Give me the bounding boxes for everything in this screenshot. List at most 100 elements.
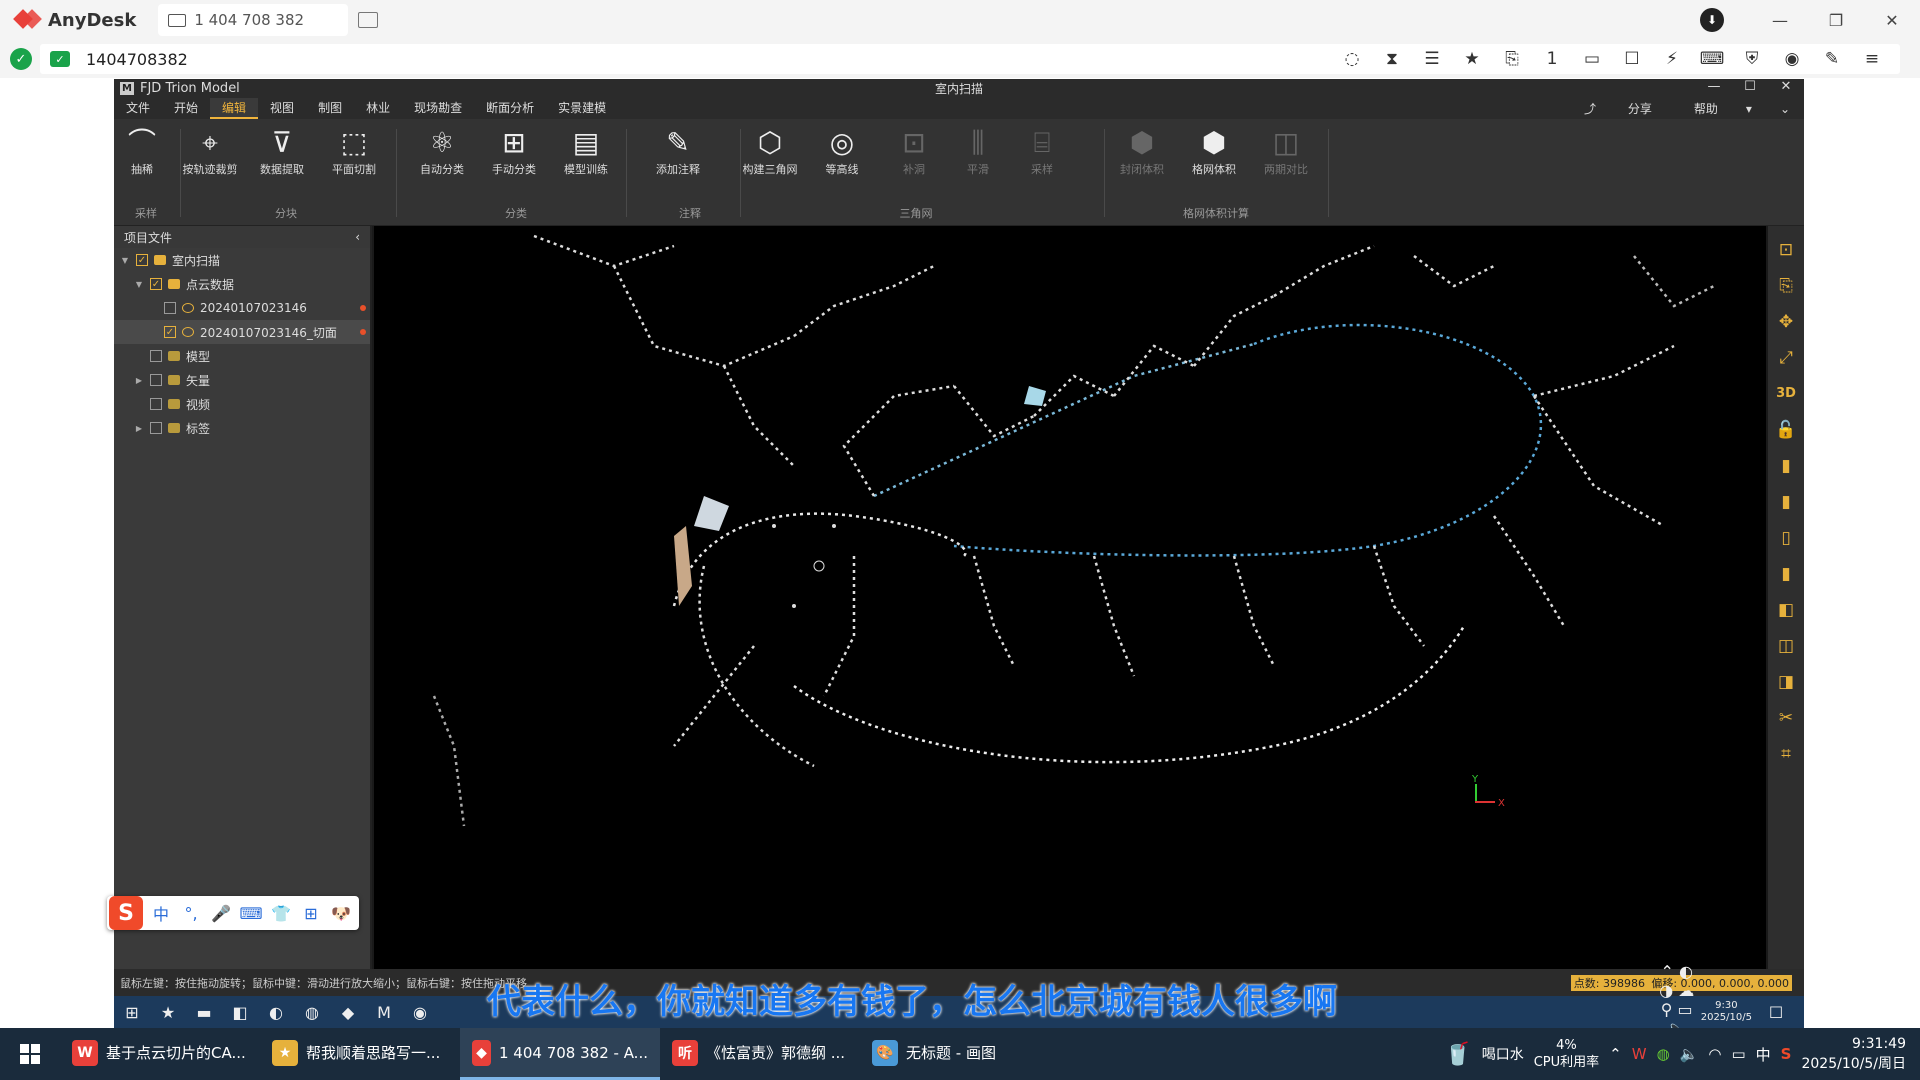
expand-icon[interactable]: ▶	[134, 424, 144, 433]
record-icon[interactable]: ◉	[1772, 46, 1812, 72]
share-button[interactable]: ⤴ 分享	[1556, 100, 1680, 117]
cpu-meter[interactable]: 4% CPU利用率	[1534, 1037, 1599, 1071]
tree-checkbox[interactable]	[150, 350, 162, 362]
remote-browser-icon[interactable]: ◐	[258, 1003, 294, 1022]
file-transfer-icon[interactable]: ⎘	[1492, 46, 1532, 72]
tree-item-7[interactable]: ▶ 标签	[114, 416, 370, 440]
remote-anydesk-icon[interactable]: ◆	[330, 1003, 366, 1022]
sogou-logo-icon[interactable]: S	[109, 896, 143, 930]
view-tool-11-icon[interactable]: ◫	[1778, 628, 1794, 664]
expand-icon[interactable]: ▼	[120, 256, 130, 265]
ribbon-button-11[interactable]: ⫼ 平滑	[946, 125, 1010, 177]
database-icon[interactable]: ☰	[1412, 46, 1452, 72]
pen-icon[interactable]: ✎	[1812, 46, 1852, 72]
app-maximize-button[interactable]: ☐	[1732, 79, 1768, 94]
expand-icon[interactable]: ▶	[134, 376, 144, 385]
view-tool-10-icon[interactable]: ◧	[1778, 592, 1794, 628]
hourglass-icon[interactable]: ⧗	[1372, 46, 1412, 72]
ribbon-button-3[interactable]: ⬚ 平面切割	[322, 125, 386, 177]
collapse-ribbon-icon[interactable]: ⌄	[1766, 102, 1804, 116]
remote-star-icon[interactable]: ★	[150, 1003, 186, 1022]
menu-item-8[interactable]: 实景建模	[546, 98, 618, 119]
point-cloud-viewport[interactable]: Y X	[374, 226, 1766, 969]
app-close-button[interactable]: ✕	[1768, 79, 1804, 94]
view-tool-2-icon[interactable]: ✥	[1779, 304, 1793, 340]
shield-icon[interactable]: ⛨	[1732, 46, 1772, 72]
remote-fjd-icon[interactable]: M	[366, 1003, 402, 1022]
drink-reminder[interactable]: 喝口水	[1482, 1044, 1524, 1064]
ime-mode-indicator[interactable]: 中	[1756, 1044, 1771, 1065]
view-tool-1-icon[interactable]: ⎘	[1779, 268, 1793, 304]
session-tab[interactable]: 1 404 708 382	[158, 4, 349, 36]
view-tool-14-icon[interactable]: ⌗	[1781, 736, 1791, 772]
eye-off-icon[interactable]: ◌	[1332, 46, 1372, 72]
taskbar-item-4[interactable]: 🎨 无标题 - 画图	[860, 1028, 1040, 1080]
view-tool-4-icon[interactable]: 3D	[1776, 376, 1796, 412]
tree-item-0[interactable]: ▼ ✓ 室内扫描	[114, 248, 370, 272]
ime-button-3[interactable]: ⌨	[239, 904, 263, 923]
menu-item-3[interactable]: 视图	[258, 98, 306, 119]
app-minimize-button[interactable]: —	[1696, 79, 1732, 94]
menu-icon[interactable]: ≡	[1852, 46, 1892, 72]
local-clock[interactable]: 9:31:49 2025/10/5/周日	[1801, 1034, 1906, 1074]
ime-button-2[interactable]: 🎤	[209, 904, 233, 923]
remote-start-icon[interactable]: ⊞	[114, 1003, 150, 1022]
tree-item-5[interactable]: ▶ 矢量	[114, 368, 370, 392]
ribbon-button-13[interactable]: ⬢ 封闭体积	[1110, 125, 1174, 177]
tree-item-2[interactable]: 20240107023146	[114, 296, 370, 320]
taskbar-item-2[interactable]: ◆ 1 404 708 382 - A...	[460, 1028, 660, 1080]
tree-checkbox[interactable]	[150, 374, 162, 386]
monitor-1-icon[interactable]: 1	[1532, 46, 1572, 72]
tree-item-1[interactable]: ▼ ✓ 点云数据	[114, 272, 370, 296]
view-tool-5-icon[interactable]: 🔓	[1775, 412, 1796, 448]
menu-item-4[interactable]: 制图	[306, 98, 354, 119]
start-button[interactable]	[0, 1044, 60, 1064]
tree-checkbox[interactable]: ✓	[136, 254, 148, 266]
download-icon[interactable]: ⬇	[1700, 8, 1724, 32]
ime-button-5[interactable]: ⊞	[299, 904, 323, 923]
chat-icon[interactable]: ☐	[1612, 46, 1652, 72]
drink-icon[interactable]: 🥤	[1444, 1042, 1471, 1067]
battery-icon[interactable]: ▭	[1731, 1045, 1745, 1063]
collapse-panel-icon[interactable]: ‹	[355, 230, 360, 244]
sogou-tray-icon[interactable]: S	[1781, 1045, 1792, 1063]
expand-icon[interactable]: ▼	[134, 280, 144, 289]
view-tool-6-icon[interactable]: ▮	[1781, 448, 1790, 484]
tree-checkbox[interactable]	[150, 398, 162, 410]
ribbon-button-4[interactable]: ⚛ 自动分类	[410, 125, 474, 177]
tree-checkbox[interactable]: ✓	[150, 278, 162, 290]
ribbon-button-0[interactable]: ⌒ 抽稀	[110, 125, 174, 177]
view-tool-7-icon[interactable]: ▮	[1781, 484, 1790, 520]
taskbar-item-0[interactable]: W 基于点云切片的CA...	[60, 1028, 260, 1080]
browser-tray-icon[interactable]: ◍	[1657, 1045, 1670, 1063]
ribbon-button-2[interactable]: ⊽ 数据提取	[250, 125, 314, 177]
remote-notification-icon[interactable]: ☐	[1758, 1003, 1794, 1022]
minimize-button[interactable]: —	[1752, 0, 1808, 40]
display-icon[interactable]: ▭	[1572, 46, 1612, 72]
ribbon-button-5[interactable]: ⊞ 手动分类	[482, 125, 546, 177]
remote-wechat-icon[interactable]: ◉	[402, 1003, 438, 1022]
ribbon-button-10[interactable]: ⊡ 补洞	[882, 125, 946, 177]
tree-checkbox[interactable]: ✓	[164, 326, 176, 338]
star-icon[interactable]: ★	[1452, 46, 1492, 72]
ime-button-6[interactable]: 🐶	[329, 904, 353, 923]
help-menu[interactable]: 帮助	[1680, 100, 1732, 117]
view-tool-3-icon[interactable]: ⤢	[1779, 340, 1793, 376]
tree-item-4[interactable]: 模型	[114, 344, 370, 368]
menu-item-6[interactable]: 现场勘查	[402, 98, 474, 119]
view-tool-0-icon[interactable]: ⊡	[1779, 232, 1793, 268]
menu-item-2[interactable]: 编辑	[210, 98, 259, 119]
wps-tray-icon[interactable]: W	[1632, 1045, 1647, 1063]
tree-checkbox[interactable]	[150, 422, 162, 434]
ribbon-button-15[interactable]: ◫ 两期对比	[1254, 125, 1318, 177]
menu-item-0[interactable]: 文件	[114, 98, 162, 119]
view-tool-8-icon[interactable]: ▯	[1781, 520, 1790, 556]
help-dropdown-icon[interactable]: ▾	[1732, 102, 1766, 116]
taskbar-item-1[interactable]: ★ 帮我顺着思路写一...	[260, 1028, 460, 1080]
menu-item-7[interactable]: 断面分析	[474, 98, 546, 119]
keyboard-icon[interactable]: ⌨	[1692, 46, 1732, 72]
close-button[interactable]: ✕	[1864, 0, 1920, 40]
tray-chevron-icon[interactable]: ⌃	[1609, 1045, 1622, 1063]
restore-button[interactable]: ❐	[1808, 0, 1864, 40]
tree-checkbox[interactable]	[164, 302, 176, 314]
